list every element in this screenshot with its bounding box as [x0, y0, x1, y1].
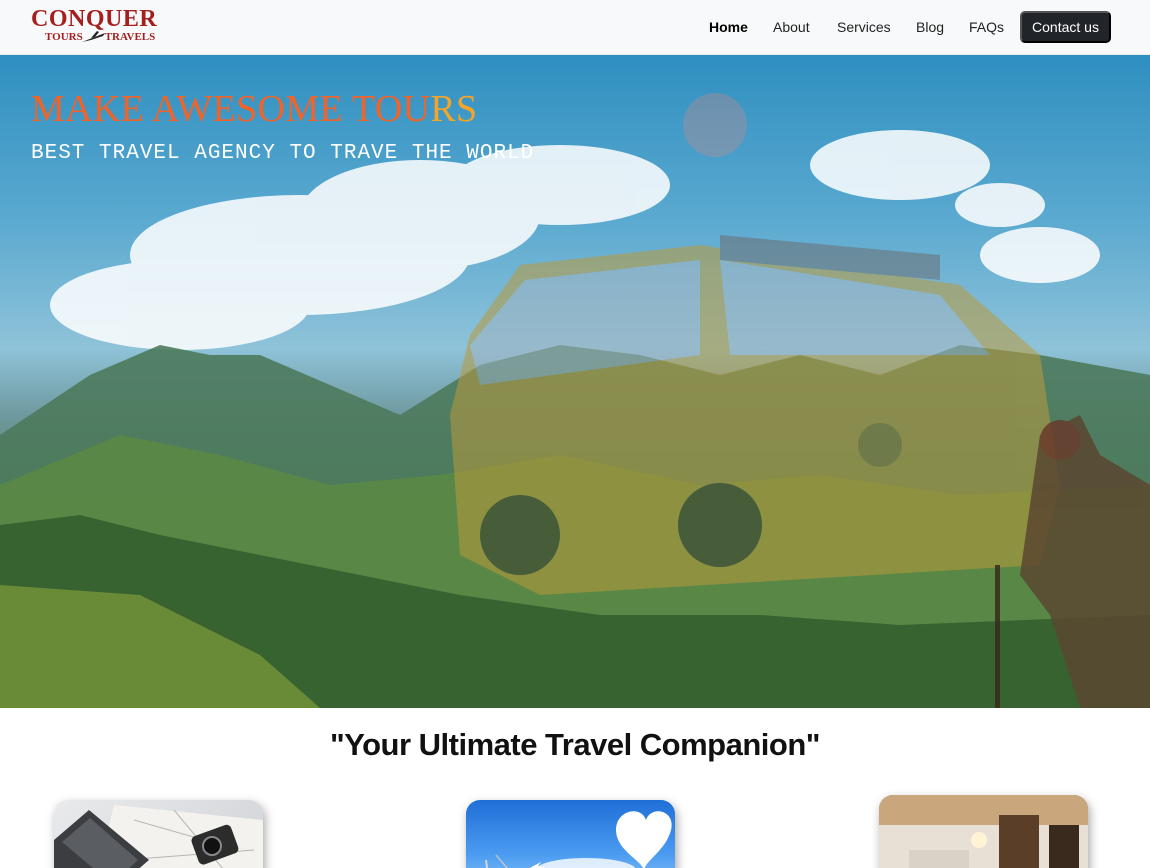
nav-link-blog[interactable]: Blog [916, 18, 944, 36]
interior-room-photo-icon [879, 795, 1088, 868]
hero-subtitle: BEST TRAVEL AGENCY TO TRAVE THE WORLD [31, 142, 535, 165]
tagline-heading: "Your Ultimate Travel Companion" [330, 727, 820, 762]
laptop-map-camera-photo-icon [54, 805, 263, 868]
hero-title: MAKE AWESOME TOURS [31, 88, 478, 130]
airplane-icon [82, 31, 105, 42]
contact-us-button[interactable]: Contact us [1020, 11, 1111, 43]
brand-logo[interactable]: CONQUER TOURS TRAVELS [31, 6, 171, 46]
service-card-2[interactable] [466, 800, 675, 868]
nav-link-services[interactable]: Services [837, 18, 891, 36]
nav-link-about[interactable]: About [773, 18, 810, 36]
nav-link-home[interactable]: Home [709, 18, 748, 36]
hero-banner: MAKE AWESOME TOURS BEST TRAVEL AGENCY TO… [0, 55, 1150, 708]
service-card-3[interactable] [879, 795, 1088, 868]
service-card-1[interactable] [54, 800, 263, 868]
brand-name: CONQUER [31, 6, 158, 32]
navbar: CONQUER TOURS TRAVELS Home About Services… [0, 0, 1150, 55]
sky-heart-cloud-photo-icon [485, 811, 672, 868]
nav-link-faqs[interactable]: FAQs [969, 18, 1004, 36]
